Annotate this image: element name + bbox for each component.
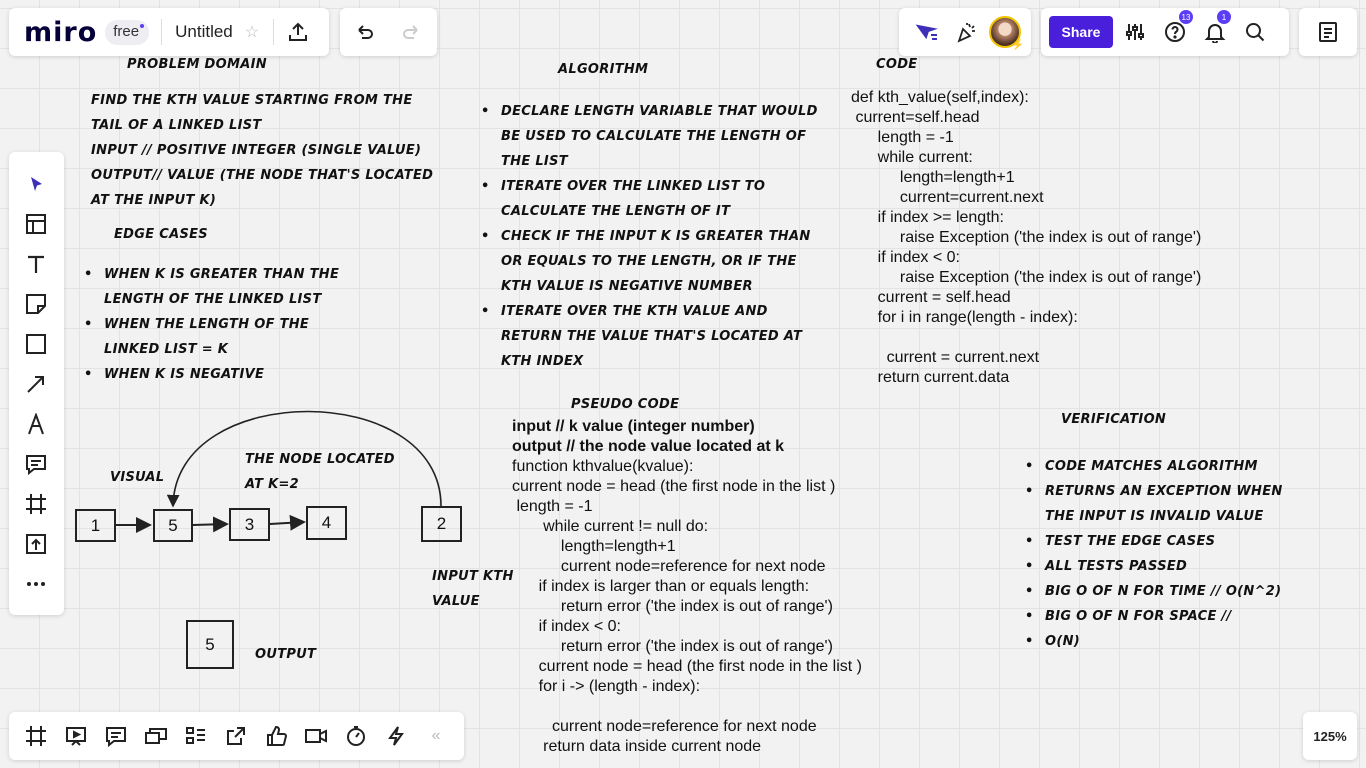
output-label: output <box>255 647 317 662</box>
output-node: 5 <box>186 620 234 669</box>
list-node: 4 <box>306 506 347 540</box>
list-node: 5 <box>153 509 193 542</box>
list-node: 1 <box>75 509 116 542</box>
input-node: 2 <box>421 506 462 542</box>
input-kth-label: input kth value <box>432 569 514 609</box>
list-node: 3 <box>229 508 270 541</box>
